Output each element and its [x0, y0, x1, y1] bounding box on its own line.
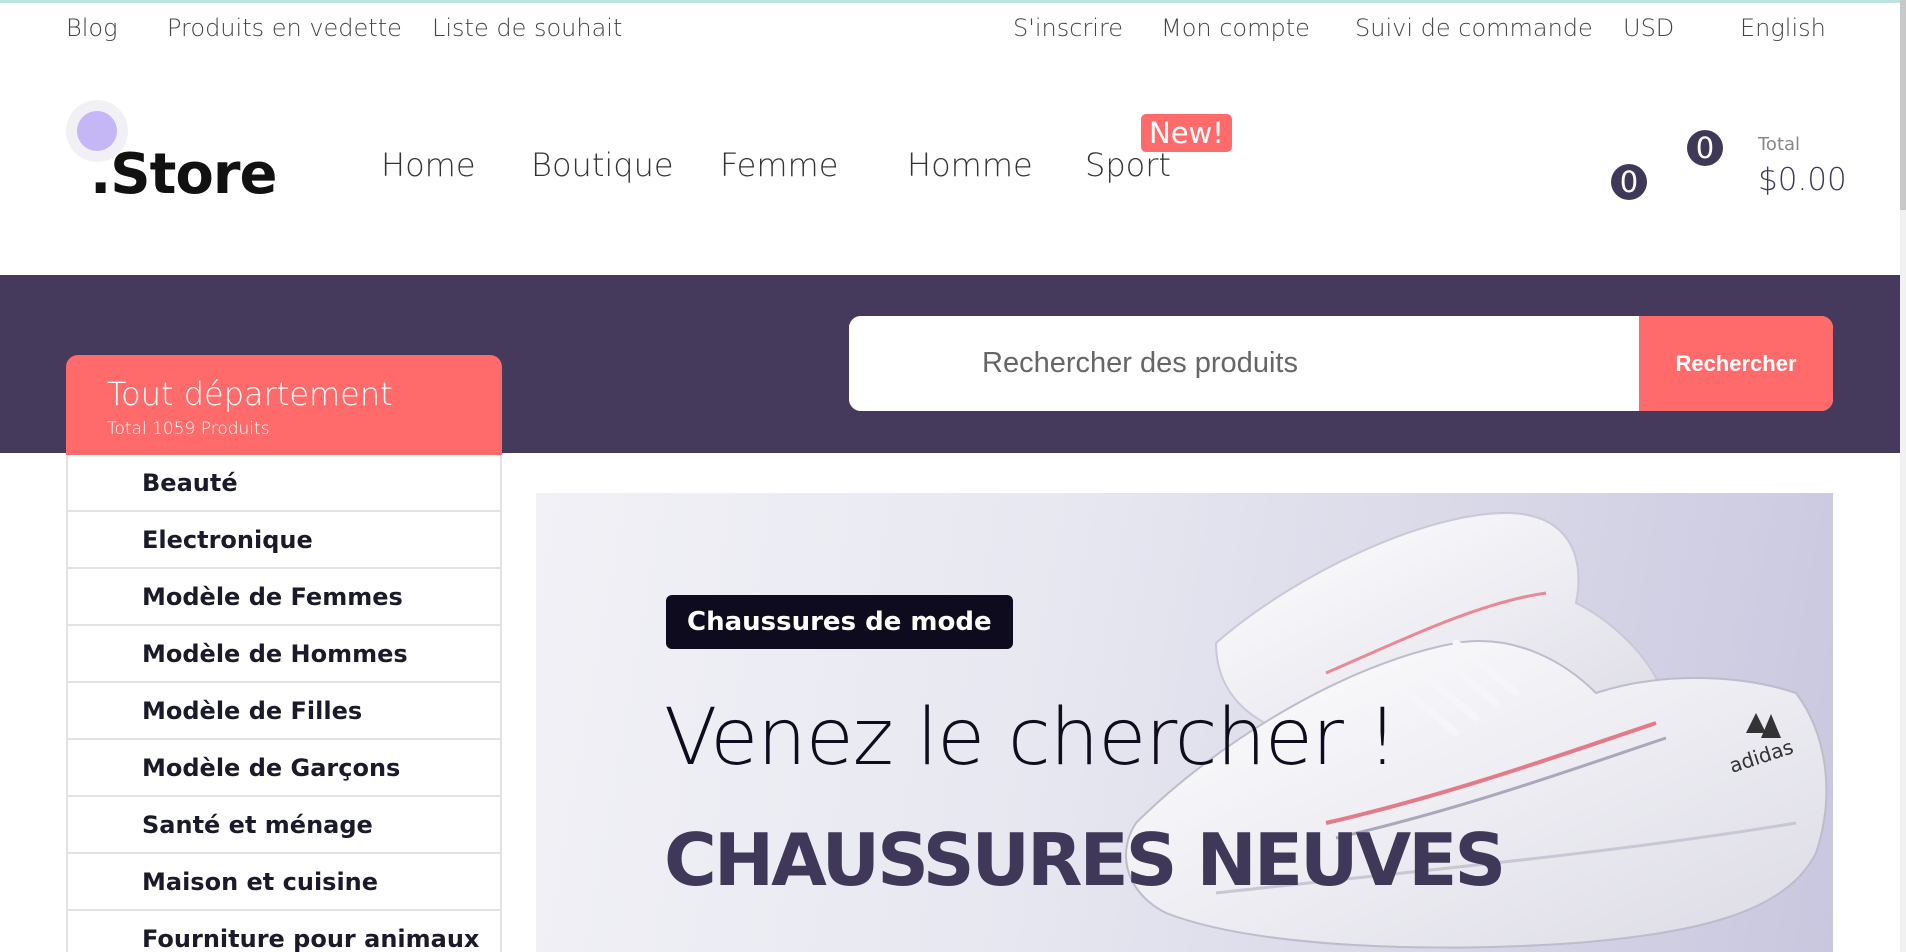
search-button[interactable]: Rechercher: [1639, 316, 1833, 411]
nav-homme[interactable]: Homme: [907, 146, 1033, 184]
department-item-animaux[interactable]: Fourniture pour animaux: [68, 911, 500, 952]
department-item-label: Modèle de Garçons: [142, 754, 401, 782]
featured-products-link[interactable]: Produits en vedette: [167, 14, 402, 42]
department-item-label: Modèle de Hommes: [142, 640, 408, 668]
department-item-garcons[interactable]: Modèle de Garçons: [68, 740, 500, 797]
scrollbar-thumb[interactable]: [1900, 0, 1906, 210]
language-selector[interactable]: English: [1740, 14, 1826, 42]
new-badge: New!: [1141, 114, 1232, 152]
site-header: .Store Home Boutique Femme Homme Sport N…: [0, 90, 1900, 270]
department-item-electronique[interactable]: Electronique: [68, 512, 500, 569]
nav-femme[interactable]: Femme: [720, 146, 838, 184]
page-scrollbar[interactable]: [1900, 0, 1906, 952]
department-item-label: Maison et cuisine: [142, 868, 379, 896]
wishlist-count-badge[interactable]: 0: [1611, 164, 1647, 200]
department-item-filles[interactable]: Modèle de Filles: [68, 683, 500, 740]
cart-count-badge[interactable]: 0: [1687, 130, 1723, 166]
department-item-label: Modèle de Femmes: [142, 583, 403, 611]
top-utility-bar: Blog Produits en vedette Liste de souhai…: [0, 10, 1900, 50]
hero-tag[interactable]: Chaussures de mode: [666, 595, 1013, 649]
wishlist-link[interactable]: Liste de souhait: [432, 14, 622, 42]
hero-banner[interactable]: adidas Chaussures de mode Venez le cherc…: [536, 493, 1833, 952]
department-item-label: Santé et ménage: [142, 811, 373, 839]
order-tracking-link[interactable]: Suivi de commande: [1355, 14, 1593, 42]
search-input[interactable]: [849, 316, 1639, 411]
department-item-sante[interactable]: Santé et ménage: [68, 797, 500, 854]
currency-selector[interactable]: USD: [1623, 14, 1674, 42]
cart-total-label: Total: [1758, 134, 1801, 155]
department-item-maison[interactable]: Maison et cuisine: [68, 854, 500, 911]
department-title: Tout département: [107, 375, 393, 413]
blog-link[interactable]: Blog: [66, 14, 117, 42]
department-item-beaute[interactable]: Beauté: [68, 455, 500, 512]
department-item-label: Fourniture pour animaux: [142, 925, 480, 952]
nav-boutique[interactable]: Boutique: [531, 146, 674, 184]
department-header[interactable]: Tout département Total 1059 Produits: [66, 355, 502, 455]
search-bar: Rechercher: [849, 316, 1833, 411]
top-accent-line: [0, 0, 1906, 3]
hero-title: CHAUSSURES NEUVES: [664, 818, 1506, 902]
department-product-count: Total 1059 Produits: [107, 419, 270, 439]
hero-headline: Venez le chercher !: [664, 693, 1398, 783]
department-item-label: Electronique: [142, 526, 313, 554]
department-item-hommes[interactable]: Modèle de Hommes: [68, 626, 500, 683]
store-logo[interactable]: .Store: [66, 100, 286, 210]
department-item-femmes[interactable]: Modèle de Femmes: [68, 569, 500, 626]
cart-total-value[interactable]: $0.00: [1758, 162, 1847, 198]
register-link[interactable]: S'inscrire: [1013, 14, 1123, 42]
department-list: Beauté Electronique Modèle de Femmes Mod…: [66, 455, 502, 952]
department-item-label: Modèle de Filles: [142, 697, 363, 725]
my-account-link[interactable]: Mon compte: [1161, 14, 1310, 42]
logo-text: .Store: [90, 142, 277, 207]
department-item-label: Beauté: [142, 469, 238, 497]
nav-home[interactable]: Home: [381, 146, 476, 184]
